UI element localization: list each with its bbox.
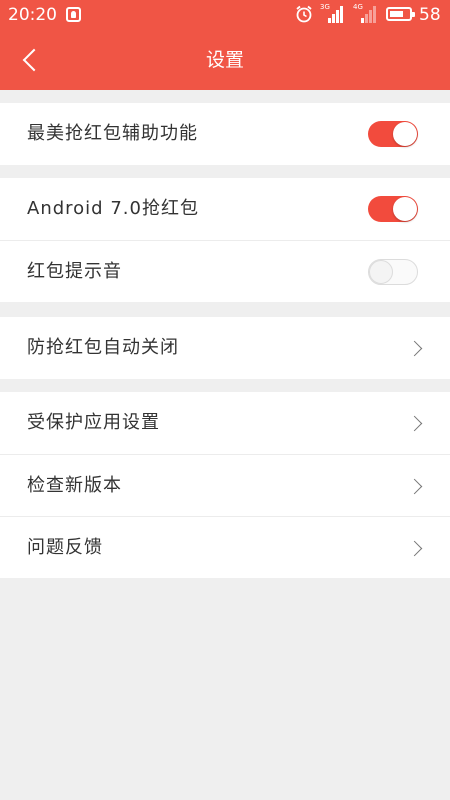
setting-label: 受保护应用设置 xyxy=(27,412,160,433)
page-title: 设置 xyxy=(205,49,244,71)
setting-row-auto-close[interactable]: 防抢红包自动关闭 xyxy=(0,317,450,379)
accessibility-toggle[interactable] xyxy=(368,121,418,147)
battery-icon xyxy=(386,7,415,21)
settings-group-misc: 受保护应用设置 检查新版本 问题反馈 xyxy=(0,392,450,578)
battery-percent: 58 xyxy=(419,5,441,25)
setting-label: 检查新版本 xyxy=(27,475,122,496)
chevron-right-icon xyxy=(408,414,426,432)
app-header: 设置 xyxy=(0,30,450,90)
setting-row-protected-apps[interactable]: 受保护应用设置 xyxy=(0,392,450,454)
chevron-right-icon xyxy=(408,539,426,557)
setting-row-android7[interactable]: Android 7.0抢红包 xyxy=(0,178,450,240)
chevron-right-icon xyxy=(408,477,426,495)
setting-label: 问题反馈 xyxy=(27,537,103,558)
android7-toggle[interactable] xyxy=(368,196,418,222)
setting-row-feedback[interactable]: 问题反馈 xyxy=(0,516,450,578)
setting-label: Android 7.0抢红包 xyxy=(27,198,199,219)
status-bar: 20:20 3G 4G 58 xyxy=(0,0,450,30)
settings-group-grab: Android 7.0抢红包 红包提示音 xyxy=(0,178,450,302)
alarm-icon xyxy=(296,5,312,23)
signal-icon-sim1: 3G xyxy=(320,3,344,23)
status-time: 20:20 xyxy=(8,5,57,25)
setting-row-accessibility[interactable]: 最美抢红包辅助功能 xyxy=(0,103,450,165)
notification-icon xyxy=(66,7,81,22)
settings-group-auto-close: 防抢红包自动关闭 xyxy=(0,317,450,379)
signal-icon-sim2: 4G xyxy=(353,3,377,23)
setting-label: 最美抢红包辅助功能 xyxy=(27,123,198,144)
chevron-right-icon xyxy=(408,339,426,357)
setting-row-check-update[interactable]: 检查新版本 xyxy=(0,454,450,516)
setting-row-sound[interactable]: 红包提示音 xyxy=(0,240,450,302)
sound-toggle[interactable] xyxy=(368,259,418,285)
settings-group-accessibility: 最美抢红包辅助功能 xyxy=(0,103,450,165)
setting-label: 防抢红包自动关闭 xyxy=(27,337,179,358)
setting-label: 红包提示音 xyxy=(27,261,122,282)
